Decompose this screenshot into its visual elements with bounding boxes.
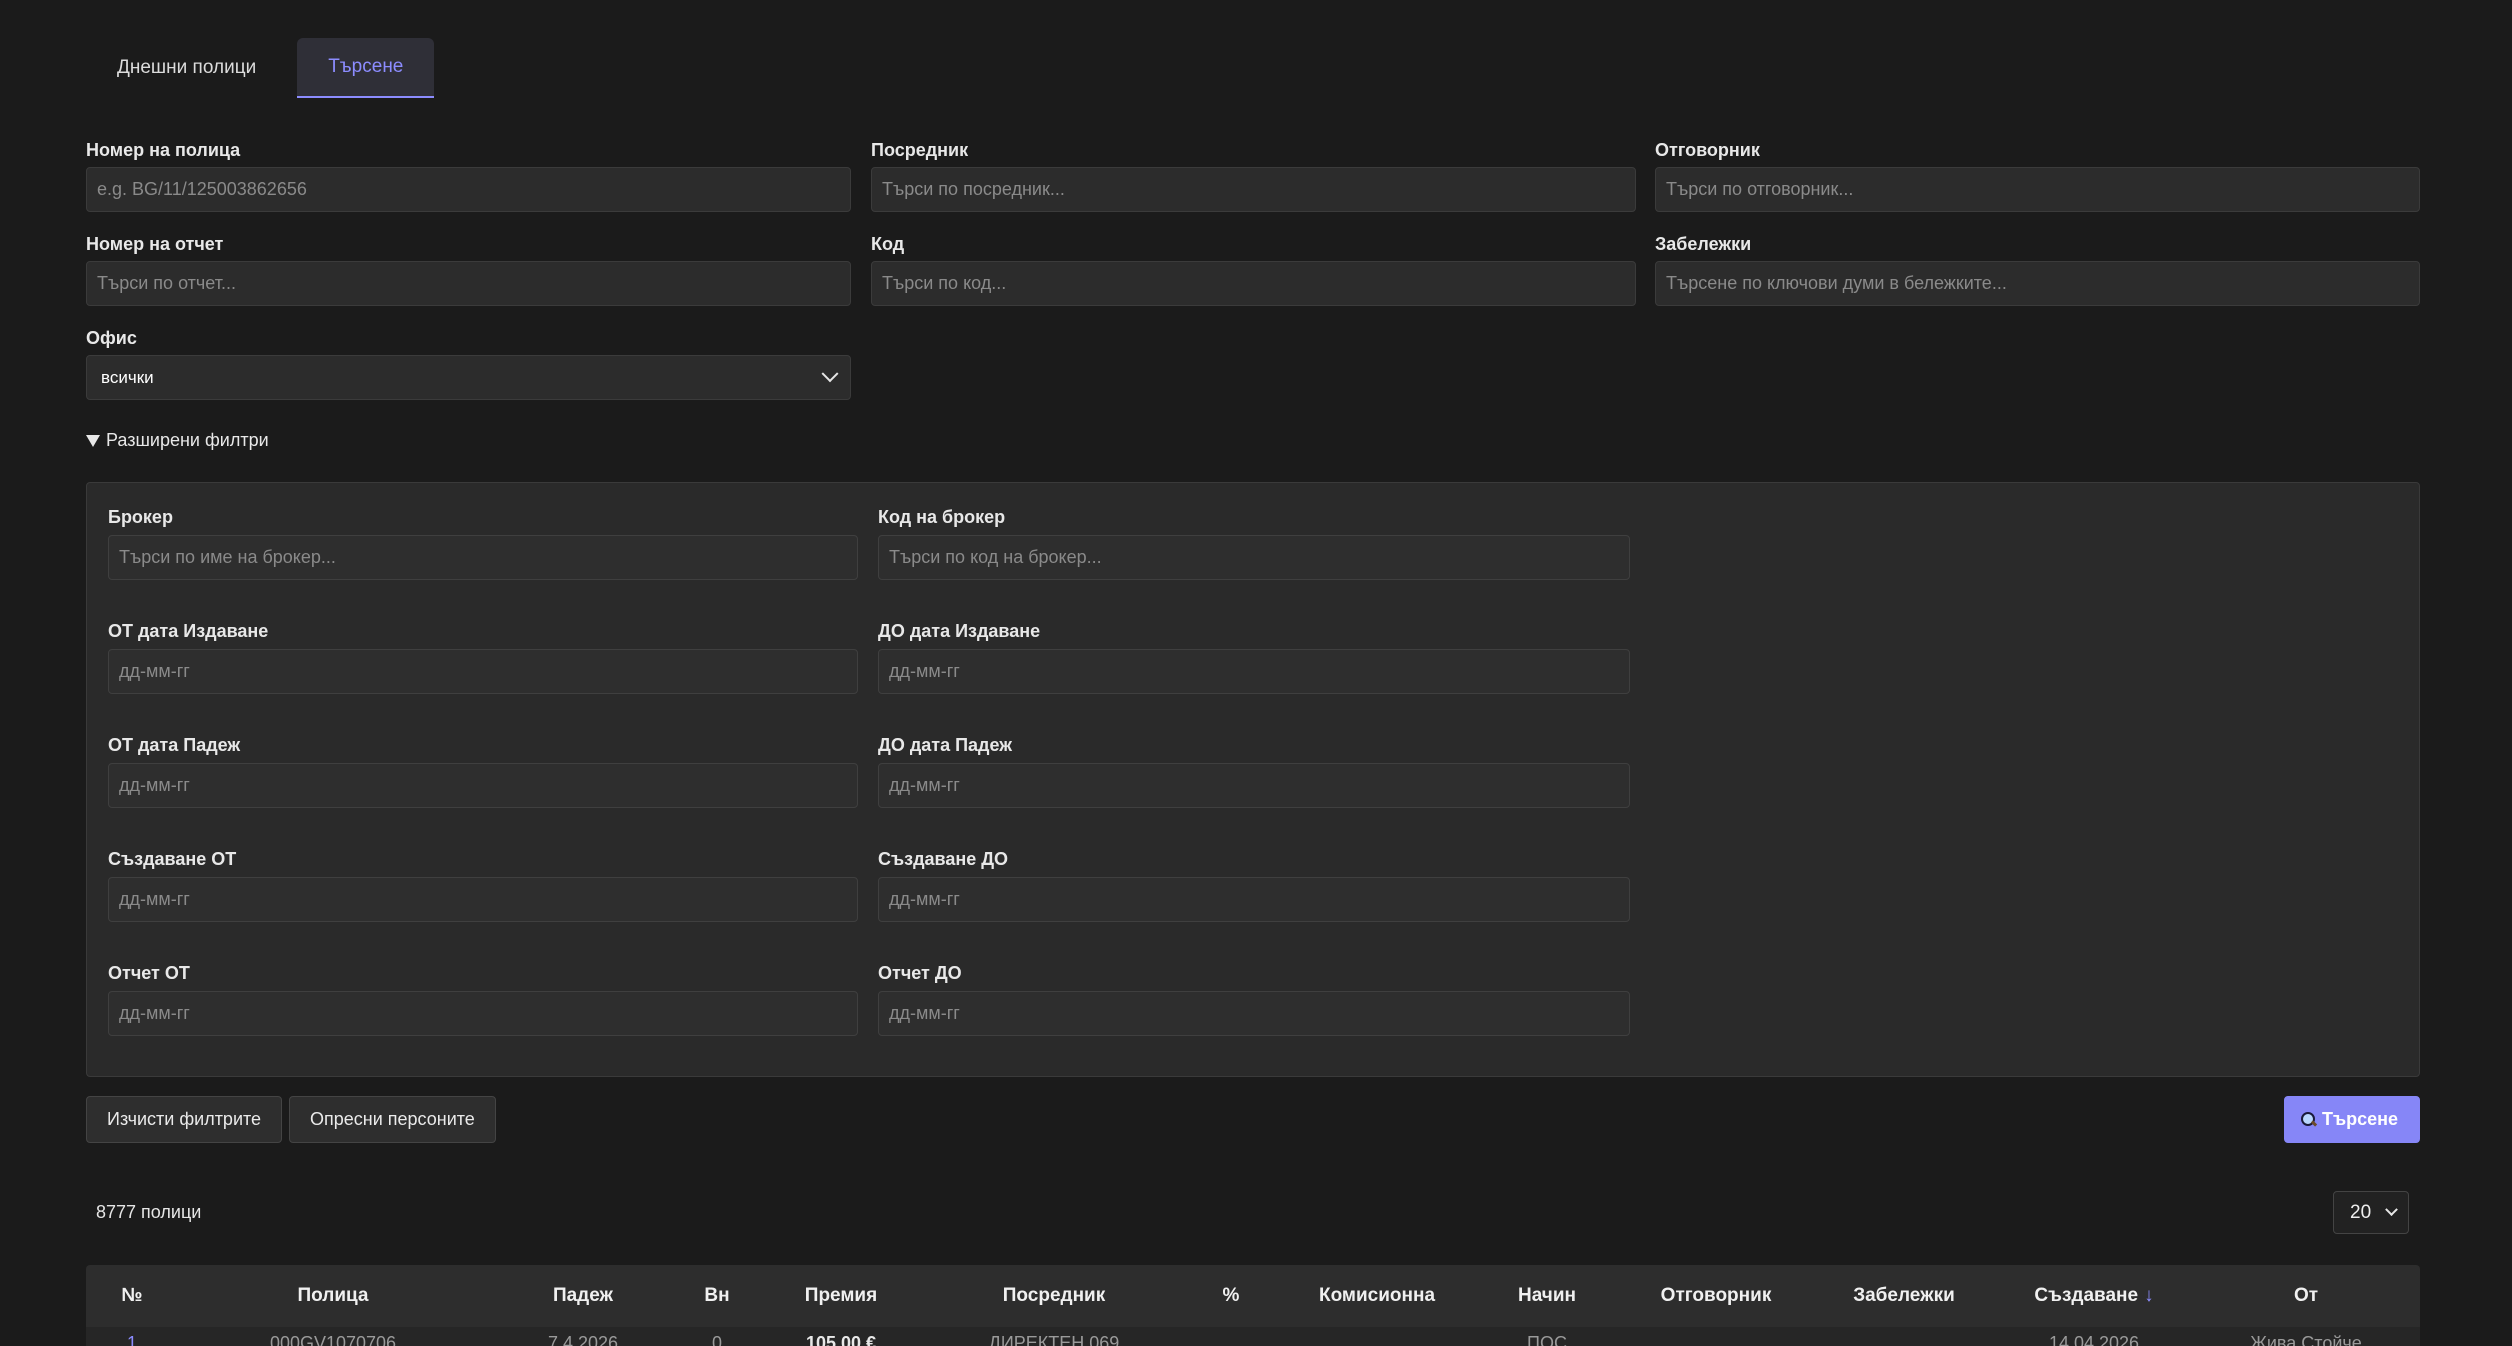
page-size-value: 20	[2350, 1201, 2372, 1223]
column-header-number[interactable]: №	[121, 1265, 142, 1327]
created-to-input[interactable]	[878, 877, 1630, 922]
tab-bar: Днешни полици Търсене	[86, 38, 444, 98]
row-cell-policy: 000GV1070706	[269, 1333, 397, 1346]
intermediary-label: Посредник	[871, 140, 969, 160]
advanced-filters-toggle[interactable]: Разширени филтри	[86, 430, 269, 451]
table-row[interactable]: 1 000GV1070706 7.4.2026 0 105.00 € ДИРЕК…	[86, 1327, 2420, 1346]
refresh-persons-button[interactable]: Опресни персоните	[289, 1096, 496, 1143]
report-number-input[interactable]	[86, 261, 851, 306]
broker-code-label: Код на брокер	[878, 507, 1006, 527]
report-to-label: Отчет ДО	[878, 963, 962, 983]
broker-label: Брокер	[108, 507, 173, 527]
search-icon	[2301, 1112, 2316, 1127]
column-header-created-label: Създаване	[2034, 1285, 2139, 1306]
created-from-label: Създаване ОТ	[108, 849, 237, 869]
office-label: Офис	[86, 328, 137, 348]
row-cell-due: 7.4.2026	[547, 1333, 619, 1346]
search-button[interactable]: Търсене	[2284, 1096, 2420, 1143]
created-from-input[interactable]	[108, 877, 858, 922]
sort-down-icon: ↓	[2144, 1285, 2154, 1306]
tab-search[interactable]: Търсене	[297, 38, 435, 98]
created-to-label: Създаване ДО	[878, 849, 1009, 869]
report-from-label: Отчет ОТ	[108, 963, 190, 983]
chevron-down-icon	[821, 364, 839, 382]
column-header-due[interactable]: Падеж	[553, 1265, 613, 1327]
report-to-input[interactable]	[878, 991, 1630, 1036]
row-cell-from: Жива Стойче	[2250, 1333, 2362, 1346]
intermediary-input[interactable]	[871, 167, 1636, 212]
column-header-commission[interactable]: Комисионна	[1319, 1265, 1435, 1327]
page-size-select[interactable]: 20	[2333, 1191, 2409, 1234]
column-header-policy[interactable]: Полица	[297, 1265, 368, 1327]
row-cell-premium: 105.00 €	[805, 1333, 877, 1346]
notes-label: Забележки	[1655, 234, 1752, 254]
report-number-label: Номер на отчет	[86, 234, 224, 254]
code-input[interactable]	[871, 261, 1636, 306]
tab-todays-policies[interactable]: Днешни полици	[86, 38, 287, 98]
responsible-input[interactable]	[1655, 167, 2420, 212]
row-cell-number: 1	[126, 1333, 138, 1346]
due-to-label: ДО дата Падеж	[878, 735, 1012, 755]
code-label: Код	[871, 234, 905, 254]
column-header-premium[interactable]: Премия	[805, 1265, 877, 1327]
office-select-value: всички	[101, 367, 154, 387]
policy-number-input[interactable]	[86, 167, 851, 212]
report-from-input[interactable]	[108, 991, 858, 1036]
column-header-installment[interactable]: Вн	[704, 1265, 729, 1327]
row-cell-created: 14.04.2026	[2048, 1333, 2140, 1346]
clear-filters-button[interactable]: Изчисти филтрите	[86, 1096, 283, 1143]
advanced-filters-panel: Брокер Код на брокер ОТ дата Издаване ДО…	[86, 482, 2420, 1077]
column-header-created[interactable]: Създаване ↓	[2034, 1265, 2153, 1327]
office-select[interactable]: всички	[86, 355, 851, 400]
issue-to-label: ДО дата Издаване	[878, 621, 1041, 641]
policy-number-label: Номер на полица	[86, 140, 241, 160]
column-header-method[interactable]: Начин	[1518, 1265, 1576, 1327]
row-cell-installment: 0	[711, 1333, 723, 1346]
broker-input[interactable]	[108, 535, 858, 580]
responsible-label: Отговорник	[1655, 140, 1760, 160]
column-header-responsible[interactable]: Отговорник	[1661, 1265, 1772, 1327]
results-count: 8777 полици	[96, 1202, 202, 1222]
issue-from-input[interactable]	[108, 649, 858, 694]
column-header-notes[interactable]: Забележки	[1853, 1265, 1955, 1327]
chevron-down-icon	[2385, 1203, 2398, 1217]
broker-code-input[interactable]	[878, 535, 1630, 580]
column-header-percent[interactable]: %	[1223, 1265, 1240, 1327]
row-cell-intermediary: ДИРЕКТЕН 069	[988, 1333, 1120, 1346]
column-header-from[interactable]: От	[2294, 1265, 2318, 1327]
search-button-label: Търсене	[2322, 1109, 2399, 1129]
due-from-input[interactable]	[108, 763, 858, 808]
issue-from-label: ОТ дата Издаване	[108, 621, 269, 641]
triangle-down-icon	[86, 434, 100, 447]
due-from-label: ОТ дата Падеж	[108, 735, 241, 755]
advanced-filters-label: Разширени филтри	[106, 430, 269, 450]
row-cell-method: ПОС	[1527, 1333, 1567, 1346]
issue-to-input[interactable]	[878, 649, 1630, 694]
column-header-intermediary[interactable]: Посредник	[1003, 1265, 1105, 1327]
notes-input[interactable]	[1655, 261, 2420, 306]
due-to-input[interactable]	[878, 763, 1630, 808]
results-table-header: № Полица Падеж Вн Премия Посредник % Ком…	[86, 1265, 2420, 1327]
